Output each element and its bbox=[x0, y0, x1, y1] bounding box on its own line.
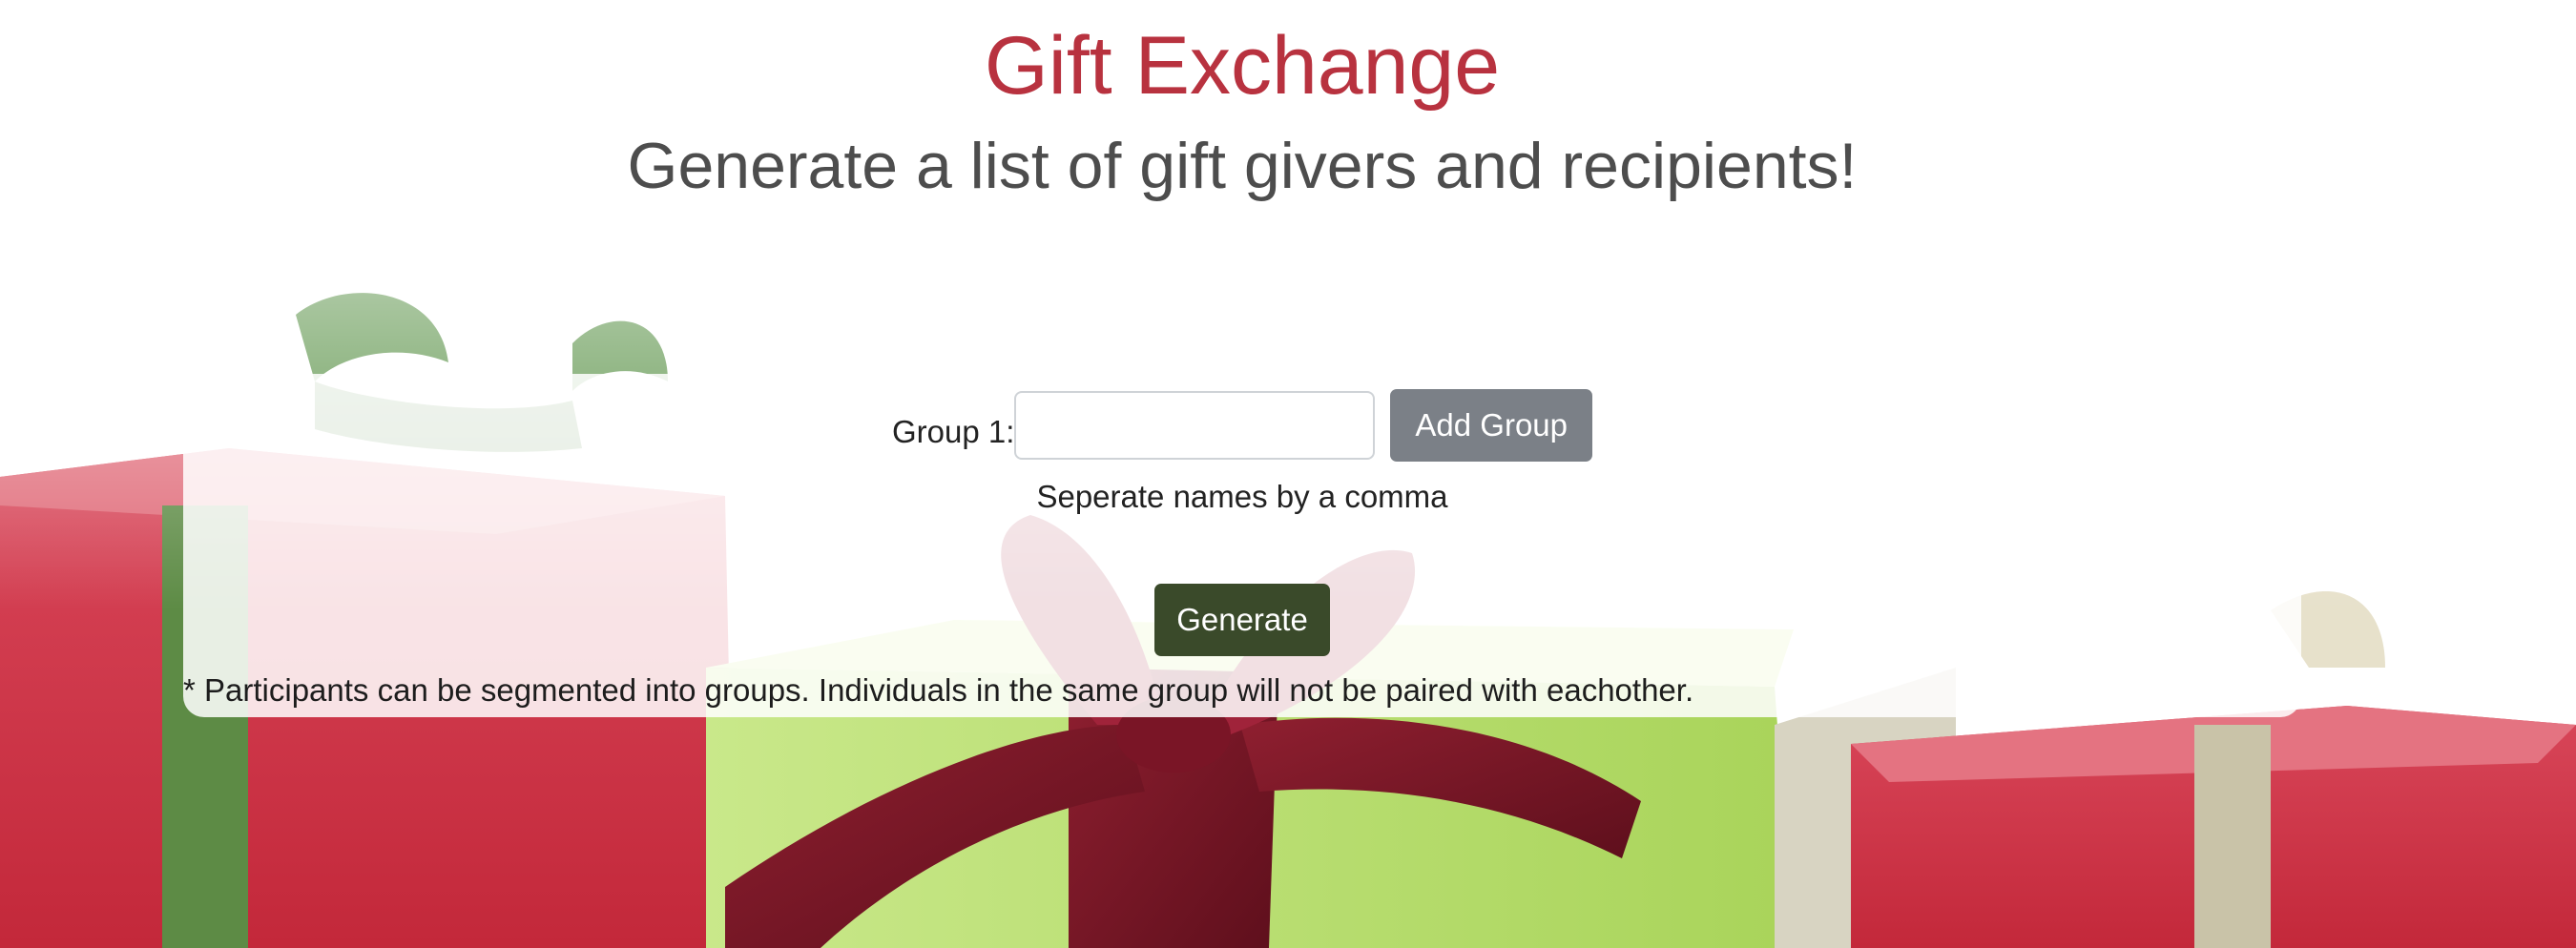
add-group-button[interactable]: Add Group bbox=[1390, 389, 1593, 462]
page-title: Gift Exchange bbox=[984, 20, 1501, 112]
group-1-names-input[interactable] bbox=[1014, 391, 1376, 460]
names-hint-text: Seperate names by a comma bbox=[1036, 479, 1448, 514]
group-row: Group 1: Add Group bbox=[183, 389, 2301, 462]
gift-exchange-form: Group 1: Add Group Seperate names by a c… bbox=[183, 374, 2301, 717]
page: Gift Exchange Generate a list of gift gi… bbox=[0, 0, 2576, 948]
group-1-label: Group 1: bbox=[891, 414, 1015, 449]
groups-footnote: * Participants can be segmented into gro… bbox=[183, 672, 1694, 708]
generate-button[interactable]: Generate bbox=[1154, 584, 1330, 656]
page-subtitle: Generate a list of gift givers and recip… bbox=[627, 130, 1858, 202]
